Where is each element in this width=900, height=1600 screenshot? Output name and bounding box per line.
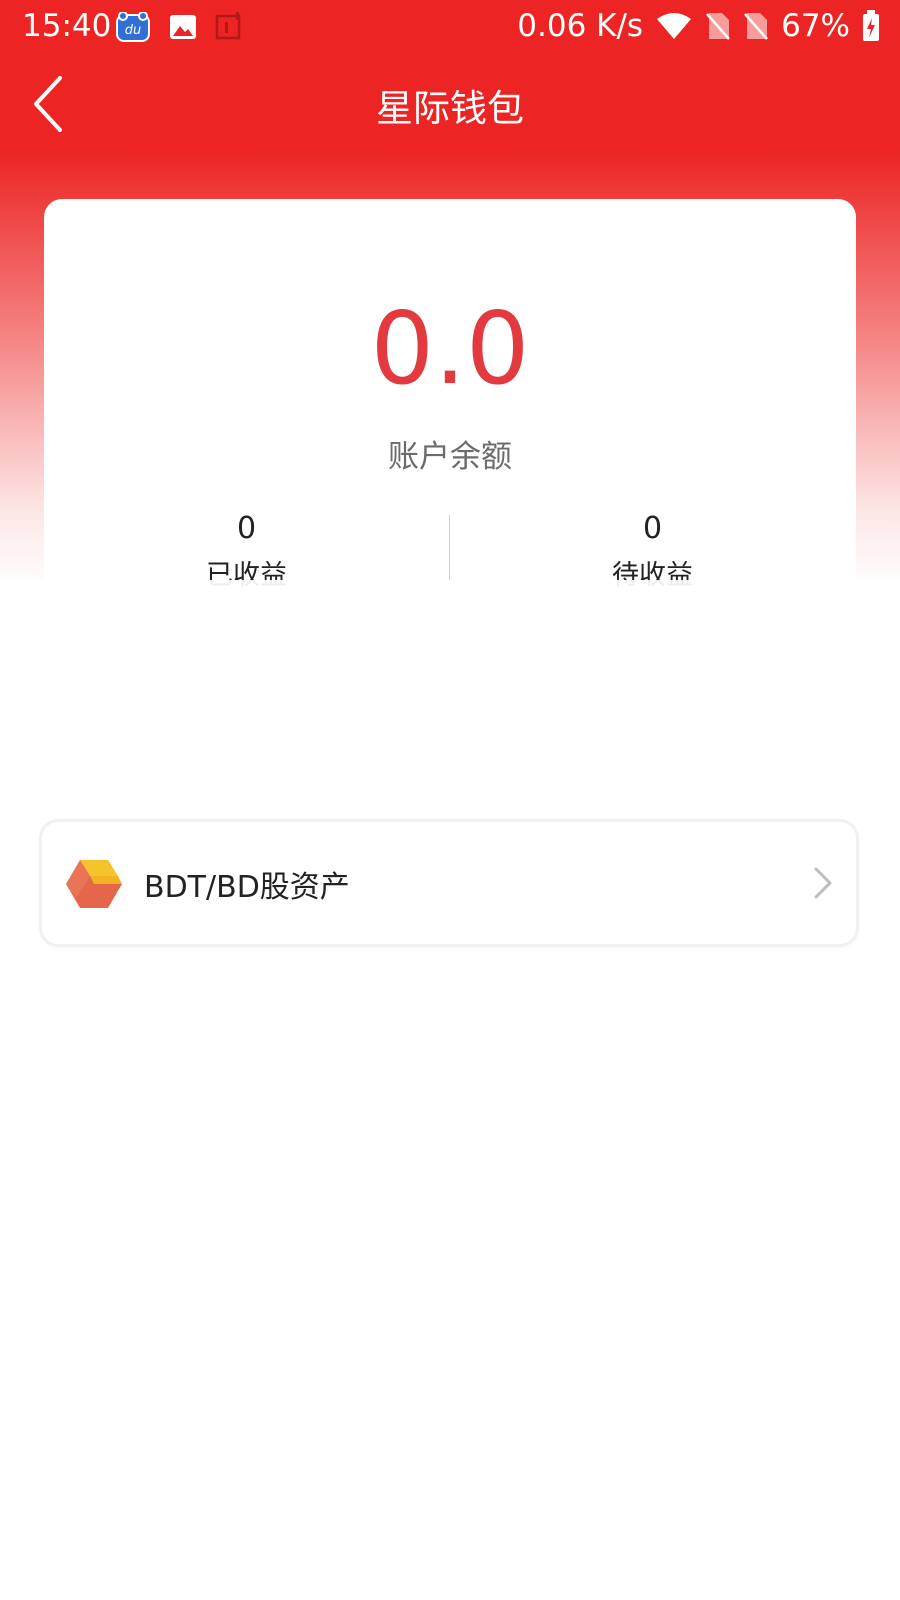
status-time: 15:40	[22, 8, 112, 44]
battery-percent: 67%	[781, 8, 850, 44]
pending-value: 0	[642, 511, 663, 546]
bdt-asset-row[interactable]: BDT/BD股资产	[42, 822, 856, 944]
du-app-icon: du	[116, 12, 150, 42]
page-title: 星际钱包	[376, 87, 524, 130]
status-right-group: 0.06 K/s 67%	[517, 8, 880, 44]
svg-text:du: du	[125, 23, 142, 38]
balance-card: 0.0 账户余额 0 已收益 0 待收益	[44, 199, 856, 639]
nav-bar: 星际钱包	[0, 56, 900, 156]
balance-label: 账户余额	[388, 439, 512, 475]
battery-charging-icon	[863, 10, 879, 41]
no-sim-icon	[706, 13, 731, 40]
no-sim-icon-2	[744, 13, 769, 40]
box-icon	[66, 860, 122, 908]
card-fade	[0, 580, 900, 660]
network-speed: 0.06 K/s	[517, 8, 644, 44]
status-bar: 15:40 du 0.06 K/s 67%	[0, 0, 900, 56]
balance-amount: 0.0	[370, 290, 530, 407]
earned-value: 0	[236, 511, 257, 546]
oneplus-icon	[215, 12, 241, 40]
asset-row-label: BDT/BD股资产	[144, 870, 350, 905]
chevron-right-icon	[814, 867, 832, 899]
gallery-icon	[170, 15, 196, 39]
wifi-icon	[657, 13, 692, 39]
